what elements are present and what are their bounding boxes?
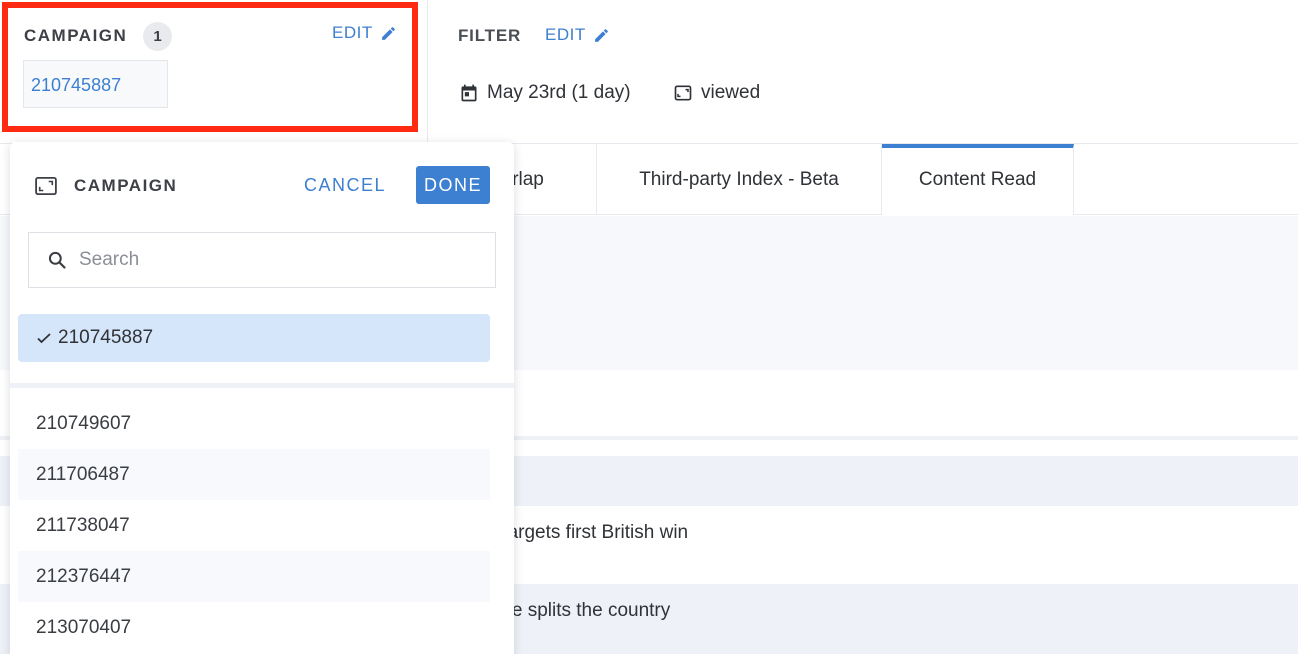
dropdown-divider (10, 383, 514, 388)
campaign-option[interactable]: 211738047 (18, 500, 490, 551)
filter-event[interactable]: viewed (673, 82, 760, 104)
filter-date-label: May 23rd (1 day) (487, 82, 631, 103)
campaign-count-badge: 1 (143, 22, 172, 51)
checkmark-icon (37, 333, 51, 344)
done-button[interactable]: DONE (416, 166, 490, 204)
campaign-dropdown: CAMPAIGN CANCEL DONE 210745887 210749607… (10, 142, 514, 654)
selected-campaign-chip[interactable]: 210745887 (23, 60, 168, 108)
search-box (28, 232, 496, 288)
campaign-option[interactable]: 211706487 (18, 449, 490, 500)
campaign-option[interactable]: 210749607 (18, 398, 490, 449)
campaign-edit-button[interactable]: EDIT (332, 23, 397, 43)
pencil-icon (594, 28, 608, 42)
tab-content-read[interactable]: Content Read (882, 144, 1074, 215)
filter-title: FILTER (458, 26, 522, 45)
tab-third-party-index[interactable]: Third-party Index - Beta (597, 144, 882, 215)
campaign-option[interactable]: 212376447 (18, 551, 490, 602)
search-input[interactable] (79, 233, 479, 287)
filter-edit-label: EDIT (545, 25, 586, 44)
calendar-icon (461, 84, 477, 102)
pencil-icon (381, 26, 395, 40)
filter-edit-button[interactable]: EDIT (545, 25, 610, 45)
campaign-panel: CAMPAIGN 1 EDIT 210745887 (0, 0, 428, 143)
analytics-page: CAMPAIGN 1 EDIT 210745887 FILTER EDIT Ma… (0, 0, 1298, 654)
dropdown-title: CAMPAIGN (74, 176, 178, 195)
selected-campaign-option-label: 210745887 (58, 327, 154, 348)
campaign-option[interactable]: 213070407 (18, 602, 490, 653)
filter-event-label: viewed (701, 82, 761, 103)
selected-campaign-option[interactable]: 210745887 (18, 314, 490, 362)
image-frame-icon (35, 177, 57, 195)
cancel-button[interactable]: CANCEL (304, 175, 386, 196)
search-icon (48, 251, 66, 269)
filter-date-range[interactable]: May 23rd (1 day) (459, 82, 631, 104)
campaign-edit-label: EDIT (332, 23, 373, 42)
image-frame-icon (674, 85, 692, 101)
campaign-option-list: 210749607 211706487 211738047 212376447 … (18, 398, 490, 653)
campaign-panel-title: CAMPAIGN (24, 26, 128, 45)
